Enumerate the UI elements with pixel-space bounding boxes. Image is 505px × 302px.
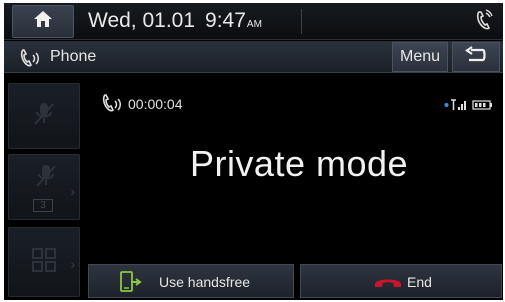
keypad-grid-icon (31, 247, 57, 278)
bluetooth-signal-icon (444, 98, 466, 116)
chevron-right-icon: › (70, 256, 75, 272)
microphone-off-icon (31, 100, 57, 133)
mute-microphone-button[interactable] (8, 83, 80, 149)
end-call-icon (373, 274, 403, 293)
phone-status-indicators (444, 98, 494, 116)
menu-button[interactable]: Menu (392, 42, 448, 72)
status-divider (301, 9, 302, 34)
use-handsfree-label: Use handsfree (159, 274, 251, 290)
keypad-button[interactable]: › (8, 227, 80, 297)
back-arrow-icon (465, 45, 487, 69)
home-icon (33, 10, 53, 33)
phone-call-screen: Wed, 01.01 9:47AM Phone Menu 3 › › 00:00… (4, 3, 503, 300)
ampm-text: AM (246, 19, 262, 30)
home-button[interactable] (12, 5, 74, 38)
title-bar: Phone Menu (4, 41, 503, 73)
bluetooth-phone-status-icon (475, 9, 493, 36)
phone-icon (18, 48, 42, 73)
status-bar: Wed, 01.01 9:47AM (4, 3, 503, 40)
handsfree-transfer-icon (119, 270, 143, 297)
page-title: Phone (50, 48, 97, 65)
time-text: 9:47 (205, 9, 246, 32)
active-call-icon (100, 93, 124, 120)
battery-icon (472, 98, 494, 116)
volume-level-badge: 3 (33, 199, 53, 212)
date-time-display: Wed, 01.01 9:47AM (88, 9, 262, 33)
microphone-volume-button[interactable]: 3 › (8, 154, 80, 220)
back-button[interactable] (452, 42, 500, 72)
call-mode-text: Private mode (189, 143, 409, 184)
end-call-label: End (407, 274, 432, 290)
chevron-right-icon: › (70, 183, 75, 199)
use-handsfree-button[interactable]: Use handsfree (88, 264, 294, 298)
call-duration: 00:00:04 (128, 96, 183, 112)
microphone-volume-icon (33, 163, 59, 198)
end-call-button[interactable]: End (300, 264, 502, 298)
date-text: Wed, 01.01 (88, 9, 196, 32)
